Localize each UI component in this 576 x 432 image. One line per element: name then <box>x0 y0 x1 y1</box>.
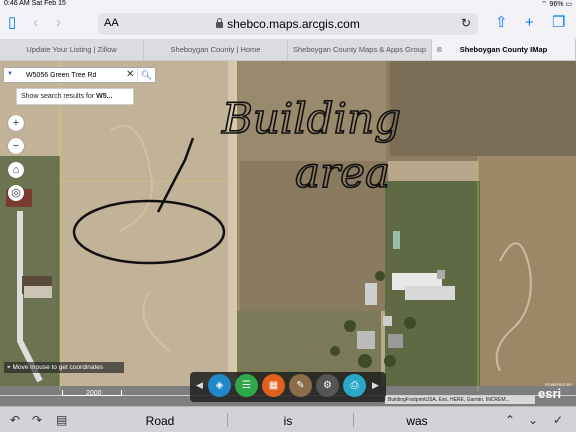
lock-icon <box>216 18 224 28</box>
reload-icon[interactable]: ↻ <box>461 16 471 30</box>
aerial-imagery: 2000 <box>0 61 576 406</box>
layers-icon[interactable]: ◈ <box>208 374 231 397</box>
filter-icon[interactable]: ⚙ <box>316 374 339 397</box>
clear-search-icon[interactable]: ✕ <box>126 69 134 81</box>
search-suggestion[interactable]: Show search results for W5... <box>16 88 134 105</box>
address-bar[interactable]: AA shebco.maps.arcgis.com ↻ <box>98 13 478 35</box>
suggestion-1[interactable]: Road <box>100 414 220 428</box>
suggestion-divider <box>353 413 354 427</box>
legend-icon[interactable]: ☰ <box>235 374 258 397</box>
dismiss-keyboard-icon[interactable]: ✓ <box>553 413 563 427</box>
close-tab-icon[interactable]: ⊗ <box>436 39 443 60</box>
browser-toolbar: ▯ ‹ › AA shebco.maps.arcgis.com ↻ ⇧ + ❐ <box>0 9 576 39</box>
search-icon[interactable]: 🔍︎ <box>137 68 155 82</box>
tab-sheboygan-home[interactable]: Sheboygan County | Home <box>144 39 288 60</box>
esri-logo[interactable]: esri <box>538 386 561 401</box>
search-input[interactable] <box>26 70 121 81</box>
status-time: 0:46 AM Sat Feb 15 <box>4 0 66 7</box>
scale-bar <box>62 390 122 396</box>
status-bar: 0:46 AM Sat Feb 15 ⌔ 96% ▭ <box>0 0 576 9</box>
previous-field-icon[interactable]: ⌃ <box>505 413 515 427</box>
tab-strip: Update Your Listing | Zillow Sheboygan C… <box>0 39 576 61</box>
map-tools: ◀ ◈ ☰ ▦ ✎ ⚙ ⎙ ▶ <box>190 372 386 402</box>
tab-zillow[interactable]: Update Your Listing | Zillow <box>0 39 144 60</box>
keyboard-suggestion-bar: ↶ ↷ ▤ Road is was ⌃ ⌄ ✓ <box>0 406 576 432</box>
tools-next-icon[interactable]: ▶ <box>372 380 379 391</box>
attribution: BuildingFootprintUSA, Esri, HERE, Garmin… <box>385 396 535 404</box>
new-tab-icon[interactable]: + <box>525 14 534 32</box>
tools-prev-icon[interactable]: ◀ <box>196 380 203 391</box>
suggestion-3[interactable]: was <box>357 414 477 428</box>
forward-icon[interactable]: › <box>56 14 61 32</box>
zoom-out-button[interactable]: − <box>8 138 24 154</box>
paste-icon[interactable]: ▤ <box>56 413 67 427</box>
battery-indicator: ⌔ 96% ▭ <box>540 1 572 8</box>
tabs-icon[interactable]: ❐ <box>552 14 565 32</box>
url-text: shebco.maps.arcgis.com <box>98 17 478 31</box>
redo-icon[interactable]: ↷ <box>32 413 42 427</box>
next-field-icon[interactable]: ⌄ <box>528 413 538 427</box>
basemap-gallery-icon[interactable]: ▦ <box>262 374 285 397</box>
sidebar-icon[interactable]: ▯ <box>8 14 16 32</box>
search-source-dropdown[interactable]: ▼ <box>7 71 13 77</box>
undo-icon[interactable]: ↶ <box>10 413 20 427</box>
coordinates-readout: ⌖ Move mouse to get coordinates <box>4 362 124 373</box>
back-icon[interactable]: ‹ <box>33 14 38 32</box>
zoom-in-button[interactable]: + <box>8 115 24 131</box>
home-button[interactable]: ⌂ <box>8 162 24 178</box>
tab-imap[interactable]: ⊗ Sheboygan County IMap <box>432 39 576 60</box>
tab-maps-apps[interactable]: Sheboygan County Maps & Apps Group <box>288 39 432 60</box>
measure-icon[interactable]: ✎ <box>289 374 312 397</box>
map-view[interactable]: 2000 <box>0 61 576 406</box>
locate-button[interactable]: ◎ <box>8 185 24 201</box>
address-search: ▼ ✕ 🔍︎ <box>3 67 156 83</box>
share-icon[interactable]: ⇧ <box>495 14 508 32</box>
print-icon[interactable]: ⎙ <box>343 374 366 397</box>
suggestion-2[interactable]: is <box>228 414 348 428</box>
